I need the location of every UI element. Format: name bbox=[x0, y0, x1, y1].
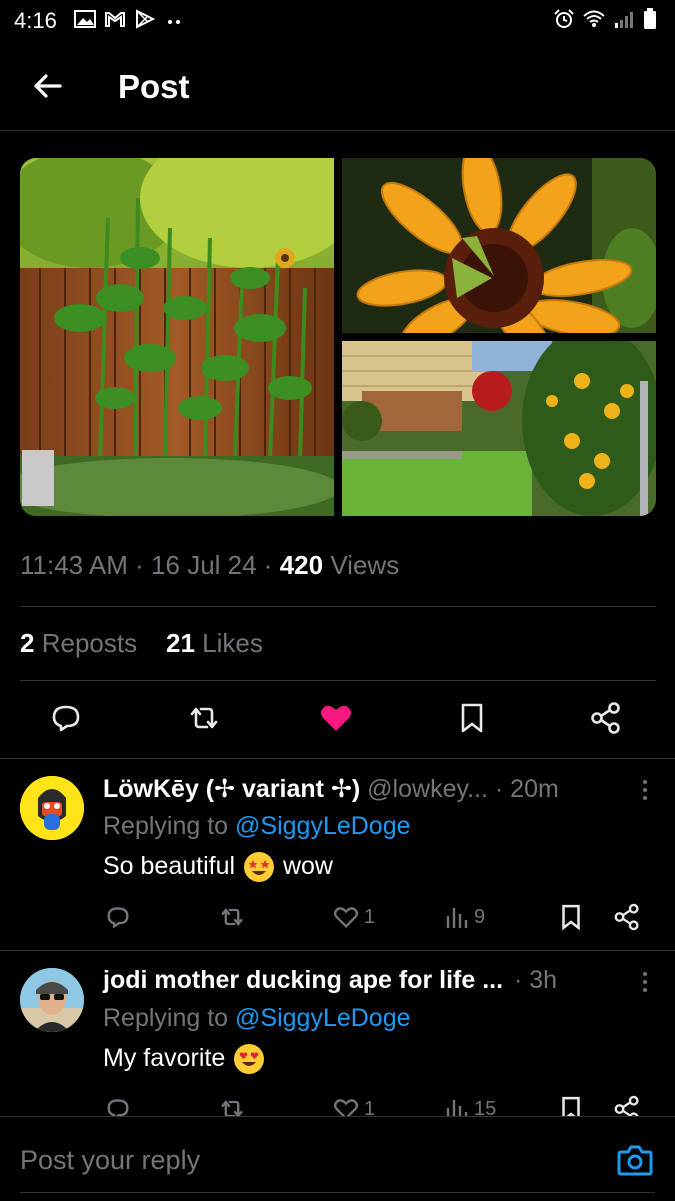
repost-icon bbox=[221, 1100, 243, 1116]
reply-text-before: So beautiful bbox=[103, 852, 236, 880]
star-struck-emoji-icon bbox=[244, 852, 274, 883]
post-stats: 2 Reposts 21 Likes bbox=[20, 628, 263, 659]
views-count: 420 bbox=[279, 550, 324, 580]
heart-outline-icon bbox=[333, 907, 359, 928]
page-title: Post bbox=[118, 68, 190, 105]
reply-like-count: 1 bbox=[364, 1097, 376, 1117]
avatar[interactable] bbox=[20, 776, 84, 840]
replying-to-prefix: Replying to bbox=[103, 812, 229, 840]
reply-icon bbox=[107, 1099, 129, 1116]
reply-like-button[interactable]: 1 bbox=[332, 902, 375, 932]
likes-label: Likes bbox=[202, 628, 263, 658]
post-media-grid bbox=[20, 158, 656, 516]
reply-icon bbox=[107, 907, 129, 929]
heart-eyes-emoji-icon bbox=[234, 1044, 265, 1075]
heart-outline-icon bbox=[333, 1099, 359, 1116]
sunflower-fence-photo[interactable] bbox=[20, 158, 334, 516]
reposts-count: 2 bbox=[20, 628, 35, 658]
reply-like-count: 1 bbox=[364, 905, 376, 928]
reply-composer[interactable]: Post your reply bbox=[0, 1116, 675, 1201]
likes-stat[interactable]: 21 Likes bbox=[166, 628, 263, 658]
more-options-icon[interactable] bbox=[641, 778, 649, 802]
avatar[interactable] bbox=[20, 968, 84, 1032]
reply-item[interactable]: jodi mother ducking ape for life ... · 3… bbox=[0, 952, 675, 1116]
gmail-notification-icon bbox=[105, 12, 125, 27]
reply-comment-button[interactable] bbox=[104, 902, 132, 932]
status-time: 4:16 bbox=[14, 8, 57, 33]
reply-header: jodi mother ducking ape for life ... · 3… bbox=[103, 966, 557, 995]
likes-count: 21 bbox=[166, 628, 195, 658]
post-date: 16 Jul 24 bbox=[151, 550, 257, 580]
replying-to-line: Replying to @SiggyLeDoge bbox=[103, 1004, 411, 1033]
reply-author-name[interactable]: jodi mother ducking ape for life ... bbox=[103, 966, 503, 994]
reply-views-button[interactable]: 15 bbox=[444, 1094, 496, 1116]
wifi-icon bbox=[583, 10, 605, 27]
replying-to-line: Replying to @SiggyLeDoge bbox=[103, 812, 411, 841]
post-time: 11:43 AM bbox=[20, 550, 128, 580]
share-icon[interactable] bbox=[612, 1094, 642, 1116]
reposts-label: Reposts bbox=[41, 628, 138, 658]
back-arrow-icon[interactable] bbox=[28, 66, 68, 106]
reply-author-name[interactable]: LöwKēy (✢ variant ✢) bbox=[103, 775, 360, 803]
reply-text-after: wow bbox=[282, 852, 333, 880]
views-label: Views bbox=[330, 550, 400, 580]
analytics-icon bbox=[446, 908, 468, 928]
reply-input[interactable]: Post your reply bbox=[20, 1145, 200, 1176]
reply-header: LöwKēy (✢ variant ✢) @lowkey... · 20m bbox=[103, 774, 559, 804]
divider bbox=[0, 950, 675, 951]
replying-to-handle[interactable]: @SiggyLeDoge bbox=[235, 1004, 411, 1032]
reply-text: My favorite bbox=[103, 1044, 266, 1075]
like-heart-filled-icon[interactable] bbox=[318, 700, 354, 736]
garden-photo[interactable] bbox=[342, 341, 656, 516]
alarm-icon bbox=[554, 9, 574, 28]
share-icon[interactable] bbox=[612, 902, 642, 932]
play-store-notification-icon bbox=[136, 9, 156, 29]
reply-text: So beautiful wow bbox=[103, 852, 333, 883]
sunflower-closeup-photo[interactable] bbox=[342, 158, 656, 333]
reply-comment-button[interactable] bbox=[104, 1094, 132, 1116]
status-bar: 4:16 bbox=[0, 0, 675, 40]
reply-author-handle[interactable]: @lowkey... bbox=[367, 775, 488, 803]
reply-views-count: 9 bbox=[474, 905, 486, 928]
signal-icon bbox=[615, 12, 633, 28]
gallery-notification-icon bbox=[74, 10, 96, 28]
camera-icon[interactable] bbox=[617, 1143, 653, 1177]
reply-views-button[interactable]: 9 bbox=[444, 902, 485, 932]
reply-item[interactable]: LöwKēy (✢ variant ✢) @lowkey... · 20m Re… bbox=[0, 760, 675, 950]
analytics-icon bbox=[446, 1100, 468, 1116]
post-timestamp-line: 11:43 AM · 16 Jul 24 · 420 Views bbox=[20, 550, 400, 580]
more-notifications-icon bbox=[168, 20, 180, 24]
reposts-stat[interactable]: 2 Reposts bbox=[20, 628, 137, 658]
divider bbox=[0, 758, 675, 759]
reply-time: · 20m bbox=[494, 775, 559, 803]
post-action-bar bbox=[0, 694, 675, 750]
repost-icon[interactable] bbox=[186, 700, 222, 736]
bookmark-icon[interactable] bbox=[556, 902, 586, 932]
replying-to-handle[interactable]: @SiggyLeDoge bbox=[235, 812, 411, 840]
share-icon[interactable] bbox=[588, 700, 624, 736]
reply-icon[interactable] bbox=[48, 700, 84, 736]
reply-time: · 3h bbox=[514, 966, 558, 994]
battery-icon bbox=[644, 8, 656, 29]
composer-underline bbox=[20, 1192, 655, 1193]
reply-repost-button[interactable] bbox=[218, 1094, 246, 1116]
bookmark-icon[interactable] bbox=[556, 1094, 586, 1116]
reply-repost-button[interactable] bbox=[218, 902, 246, 932]
divider bbox=[20, 606, 656, 607]
reply-views-count: 15 bbox=[474, 1097, 497, 1117]
reply-like-button[interactable]: 1 bbox=[332, 1094, 375, 1116]
repost-icon bbox=[221, 908, 243, 926]
divider bbox=[20, 680, 656, 681]
bookmark-icon[interactable] bbox=[454, 700, 490, 736]
reply-text-before: My favorite bbox=[103, 1044, 226, 1072]
more-options-icon[interactable] bbox=[641, 970, 649, 994]
replying-to-prefix: Replying to bbox=[103, 1004, 229, 1032]
top-app-bar: Post bbox=[0, 44, 675, 131]
